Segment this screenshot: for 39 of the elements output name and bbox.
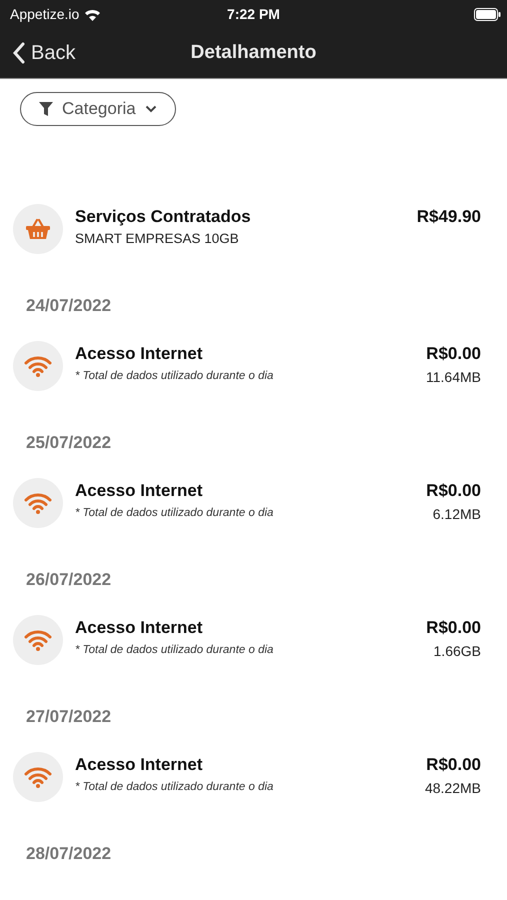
wifi-signal-icon [84,8,102,20]
item-title: Serviços Contratados [75,207,252,227]
item-amount: R$49.90 [416,207,481,227]
item-note: * Total de dados utilizado durante o dia [75,781,274,793]
screen-title: Detalhamento [190,42,316,64]
item-amount: R$0.00 [426,481,481,501]
filter-icon [39,102,53,116]
carrier-name: Appetize.io [10,6,80,22]
basket-icon [25,218,51,240]
item-note: * Total de dados utilizado durante o dia [75,644,274,656]
battery-icon [474,8,501,20]
chevron-left-icon [12,42,25,64]
date-header: 28/07/2022 [25,843,112,865]
item-title: Acesso Internet [75,481,204,501]
usage-amount: 1.66GB [432,643,481,659]
item-amount: R$0.00 [426,618,481,638]
item-note: * Total de dados utilizado durante o dia [75,370,274,382]
wifi-icon [24,766,52,788]
date-header: 27/07/2022 [25,706,112,728]
usage-amount: 6.12MB [432,506,481,522]
item-title: Acesso Internet [75,344,204,364]
date-header: 24/07/2022 [25,295,112,317]
back-button[interactable]: Back [0,40,82,66]
status-time: 7:22 PM [227,6,280,22]
usage-amount: 48.22MB [424,780,481,796]
chevron-down-icon [144,105,157,113]
wifi-icon [24,355,52,377]
item-amount: R$0.00 [425,755,481,775]
item-title: Acesso Internet [75,755,204,775]
item-note: * Total de dados utilizado durante o dia [75,507,274,519]
item-amount: R$0.00 [426,344,481,364]
date-header: 26/07/2022 [25,569,112,591]
usage-amount: 11.64MB [426,369,481,385]
plan-name: SMART EMPRESAS 10GB [75,231,240,246]
date-header: 25/07/2022 [25,432,112,454]
wifi-icon [24,492,52,514]
item-title: Acesso Internet [75,618,204,638]
wifi-icon [24,629,52,651]
category-filter-button[interactable]: Categoria [20,92,176,126]
